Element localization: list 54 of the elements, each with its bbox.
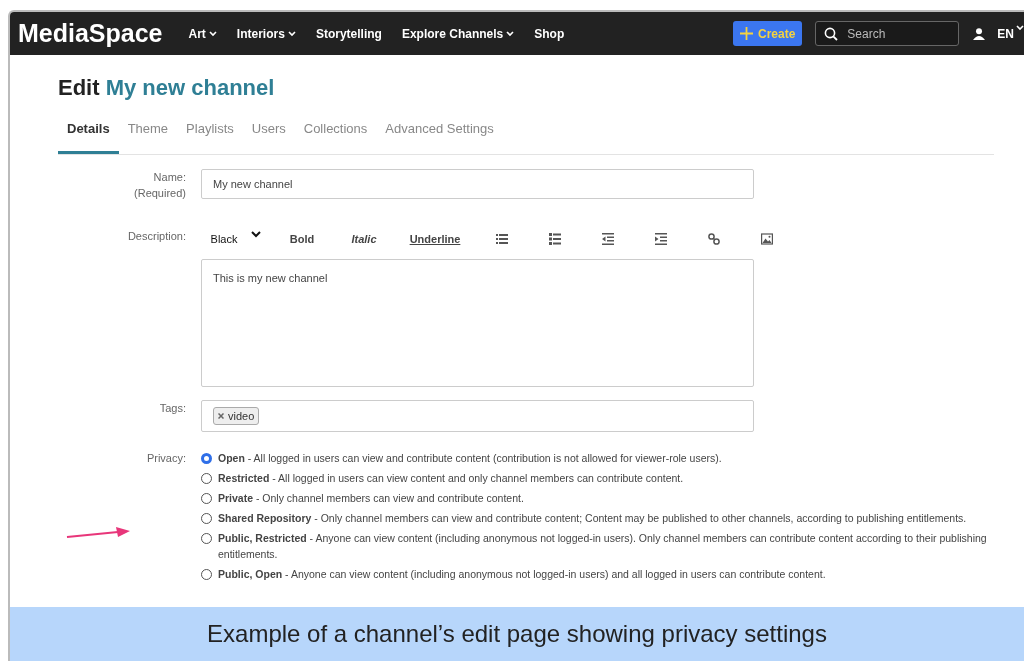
nav-menu-item[interactable]: Shop <box>534 24 565 43</box>
nav-menu-item[interactable]: Storytelling <box>315 24 382 43</box>
field-label: Privacy: <box>145 450 186 466</box>
outdent-icon[interactable] <box>601 232 614 245</box>
name-field[interactable]: My new channel <box>201 168 754 199</box>
logo-text: MediaSpace <box>18 17 163 49</box>
tab[interactable]: Advanced Settings <box>376 111 503 154</box>
option-description: Public, Restricted - Anyone can view content (including anonymous not logged-in users). Only channel members can contribute content according to their publishing entitlements. <box>218 530 988 562</box>
search-field[interactable]: Search <box>815 21 960 46</box>
tab[interactable]: Users <box>242 111 295 154</box>
description-field[interactable]: This is my new channel <box>201 258 754 387</box>
radio-button[interactable] <box>201 568 212 580</box>
tag-chip[interactable]: video <box>213 406 260 426</box>
option-description: Shared Repository - Only channel members can view and contribute content; Content may be published to other channels, according to publishing entitlements. <box>218 510 967 526</box>
tab[interactable]: Collections <box>294 111 377 154</box>
caret-icon <box>1016 24 1024 31</box>
channel-name-title: My new channel <box>105 75 275 100</box>
caption-text: Example of a channel’s edit page showing privacy settings <box>10 607 1024 661</box>
option-description: Restricted - All logged in users can view content and only channel members can contribute content. <box>218 470 684 486</box>
page-title: Edit <box>58 75 101 100</box>
option-description: Private - Only channel members can view and contribute content. <box>218 490 524 506</box>
color-select[interactable]: Black <box>201 230 271 248</box>
italic-button[interactable]: Italic <box>333 230 395 248</box>
tab[interactable]: Details <box>58 111 119 154</box>
bullet-list-icon[interactable] <box>548 232 561 245</box>
radio-button[interactable] <box>201 492 212 504</box>
tab[interactable]: Theme <box>118 111 178 154</box>
nav-menu-item[interactable]: Interiors <box>236 24 296 43</box>
close-icon[interactable] <box>218 413 224 420</box>
tab[interactable]: Playlists <box>177 111 243 154</box>
caret-icon <box>251 230 262 238</box>
user-icon[interactable] <box>973 27 986 40</box>
image-icon[interactable] <box>760 232 773 245</box>
field-label: Name: <box>152 169 186 185</box>
nav-menu-item[interactable]: Explore Channels <box>401 24 515 43</box>
radio-button[interactable] <box>201 472 212 484</box>
option-description: Public, Open - Anyone can view content (including anonymous not logged-in users) and all logged in users can contribute content. <box>218 566 826 582</box>
option-description: Open - All logged in users can view and contribute content (contribution is not allowed for viewer-role users). <box>218 450 722 466</box>
tags-field[interactable]: video <box>201 399 754 432</box>
indent-icon[interactable] <box>654 232 667 245</box>
field-label: Description: <box>126 228 186 244</box>
plus-icon <box>739 27 753 40</box>
required-note: (Required) <box>133 186 186 202</box>
field-label: Tags: <box>158 400 186 416</box>
bold-button[interactable]: Bold <box>271 230 333 248</box>
nav-menu-item[interactable]: Art <box>188 24 217 43</box>
bullet-list-icon[interactable] <box>495 232 508 245</box>
radio-button[interactable] <box>201 532 212 544</box>
arrow-icon <box>66 525 132 541</box>
language-menu[interactable]: EN <box>997 24 1024 43</box>
link-icon[interactable] <box>707 232 720 245</box>
radio-button[interactable] <box>201 452 212 464</box>
underline-button[interactable]: Underline <box>395 230 475 248</box>
radio-button[interactable] <box>201 512 212 524</box>
